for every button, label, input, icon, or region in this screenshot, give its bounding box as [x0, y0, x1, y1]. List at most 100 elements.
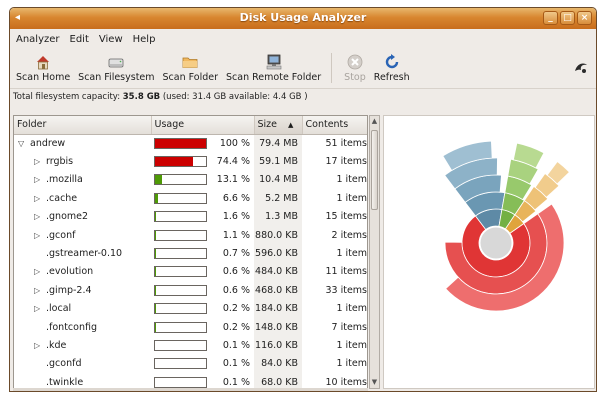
close-button[interactable]: × — [577, 11, 592, 25]
table-row[interactable]: ▷ .cache 6.6 % 5.2 MB 1 item — [14, 189, 367, 208]
size-cell: 116.0 KB — [254, 336, 302, 355]
size-cell: 10.4 MB — [254, 170, 302, 190]
column-header-usage[interactable]: Usage — [151, 116, 255, 135]
scroll-down-icon[interactable]: ▼ — [370, 377, 379, 388]
refresh-icon — [385, 54, 398, 69]
usage-percent: 0.2 % — [222, 303, 250, 315]
menu-bar: Analyzer Edit View Help — [10, 29, 596, 49]
harddisk-icon — [108, 58, 124, 68]
title-bar[interactable]: ◂ Disk Usage Analyzer _ □ × — [10, 8, 596, 29]
vertical-scrollbar[interactable]: ▲ ▼ — [369, 115, 380, 389]
ring-chart[interactable] — [384, 116, 594, 388]
menu-analyzer[interactable]: Analyzer — [16, 34, 60, 45]
main-area: Folder Usage Size ▲ Contents ▽ andrew 100 … — [10, 113, 596, 391]
usage-cell: 0.1 % — [151, 373, 254, 388]
ring-chart-pane[interactable] — [383, 115, 595, 389]
column-header-contents[interactable]: Contents — [302, 116, 367, 135]
table-row[interactable]: ▷ .local 0.2 % 184.0 KB 1 item — [14, 299, 367, 318]
expander-icon[interactable]: ▷ — [34, 175, 46, 184]
folder-cell: .gstreamer-0.10 — [14, 244, 151, 262]
folder-icon — [182, 57, 198, 68]
folder-name: .gconfd — [46, 358, 82, 370]
table-row[interactable]: .twinkle 0.1 % 68.0 KB 10 items — [14, 373, 367, 388]
usage-cell: 0.2 % — [151, 318, 254, 336]
horizontal-scrollbar[interactable] — [13, 388, 368, 391]
minimize-button[interactable]: _ — [543, 11, 558, 25]
table-row[interactable]: ▷ .evolution 0.6 % 484.0 KB 11 items — [14, 262, 367, 282]
expander-icon[interactable]: ▷ — [34, 231, 46, 240]
ring-center[interactable] — [479, 226, 513, 260]
expander-icon[interactable]: ▷ — [34, 341, 46, 350]
folder-cell: ▷ .gimp-2.4 — [14, 281, 151, 299]
usage-percent: 100 % — [219, 137, 250, 149]
usage-cell: 0.1 % — [151, 355, 254, 373]
stop-icon — [347, 54, 363, 70]
menu-view[interactable]: View — [99, 34, 123, 45]
usage-percent: 0.6 % — [222, 266, 250, 278]
contents-cell: 51 items — [325, 137, 367, 149]
usage-bar — [154, 229, 207, 241]
usage-bar-fill — [155, 212, 156, 222]
size-cell: 148.0 KB — [254, 317, 302, 337]
usage-bar-fill — [155, 230, 156, 240]
usage-bar — [154, 321, 207, 333]
usage-cell: 6.6 % — [151, 189, 254, 207]
folder-cell: ▷ .gnome2 — [14, 208, 151, 226]
size-cell: 79.4 MB — [254, 134, 302, 153]
expander-icon[interactable]: ▷ — [34, 304, 46, 313]
folder-tree[interactable]: Folder Usage Size ▲ Contents ▽ andrew 100 … — [13, 115, 368, 389]
contents-cell: 15 items — [325, 211, 367, 223]
expander-icon[interactable]: ▷ — [34, 157, 46, 166]
scrollbar-thumb[interactable] — [371, 130, 378, 210]
table-row[interactable]: .gstreamer-0.10 0.7 % 596.0 KB 1 item — [14, 244, 367, 263]
contents-cell: 1 item — [336, 248, 367, 260]
table-row[interactable]: .gconfd 0.1 % 84.0 KB 1 item — [14, 354, 367, 374]
usage-cell: 74.4 % — [151, 152, 254, 170]
folder-cell: ▷ rrgbis — [14, 152, 151, 170]
table-row[interactable]: ▷ .mozilla 13.1 % 10.4 MB 1 item — [14, 170, 367, 190]
folder-cell: .fontconfig — [14, 318, 151, 336]
table-row[interactable]: .fontconfig 0.2 % 148.0 KB 7 items — [14, 317, 367, 337]
menu-help[interactable]: Help — [133, 34, 156, 45]
expander-icon[interactable]: ▷ — [34, 194, 46, 203]
table-row[interactable]: ▷ .gnome2 1.6 % 1.3 MB 15 items — [14, 207, 367, 226]
scan-folder-button[interactable]: Scan Folder — [161, 53, 220, 83]
usage-bar — [154, 376, 207, 388]
window-title: Disk Usage Analyzer — [239, 11, 367, 24]
size-cell: 1.3 MB — [254, 207, 302, 226]
expander-icon[interactable]: ▷ — [34, 286, 46, 295]
folder-name: .cache — [46, 192, 78, 204]
usage-bar — [154, 339, 207, 351]
table-row[interactable]: ▷ .kde 0.1 % 116.0 KB 1 item — [14, 336, 367, 355]
expander-icon[interactable]: ▽ — [18, 139, 30, 148]
table-row[interactable]: ▷ rrgbis 74.4 % 59.1 MB 17 items — [14, 152, 367, 171]
table-row[interactable]: ▽ andrew 100 % 79.4 MB 51 items — [14, 134, 367, 153]
column-header-size[interactable]: Size ▲ — [254, 116, 303, 135]
usage-percent: 0.1 % — [222, 339, 250, 351]
capacity-prefix: Total filesystem capacity: — [13, 92, 121, 102]
maximize-button[interactable]: □ — [560, 11, 575, 25]
column-header-folder[interactable]: Folder — [14, 116, 152, 135]
scroll-up-icon[interactable]: ▲ — [370, 116, 379, 127]
expander-icon[interactable]: ▷ — [34, 212, 46, 221]
refresh-button[interactable]: Refresh — [372, 53, 412, 83]
menu-edit[interactable]: Edit — [70, 34, 89, 45]
usage-bar — [154, 156, 207, 168]
throbber-icon — [575, 63, 587, 73]
toolbar-separator — [331, 53, 333, 83]
stop-button[interactable]: Stop — [342, 53, 368, 83]
size-cell: 59.1 MB — [254, 152, 302, 171]
usage-cell: 0.2 % — [151, 300, 254, 318]
scan-remote-folder-button[interactable]: Scan Remote Folder — [224, 53, 323, 83]
size-header-label: Size — [257, 119, 278, 131]
usage-percent: 1.1 % — [222, 229, 250, 241]
scan-filesystem-label: Scan Filesystem — [78, 72, 155, 83]
table-row[interactable]: ▷ .gimp-2.4 0.6 % 468.0 KB 33 items — [14, 281, 367, 300]
folder-cell: ▷ .cache — [14, 189, 151, 207]
scan-home-button[interactable]: Scan Home — [14, 53, 72, 83]
usage-bar — [154, 192, 207, 204]
expander-icon[interactable]: ▷ — [34, 267, 46, 276]
scan-filesystem-button[interactable]: Scan Filesystem — [76, 53, 156, 83]
table-row[interactable]: ▷ .gconf 1.1 % 880.0 KB 2 items — [14, 225, 367, 245]
usage-bar-fill — [155, 193, 159, 203]
